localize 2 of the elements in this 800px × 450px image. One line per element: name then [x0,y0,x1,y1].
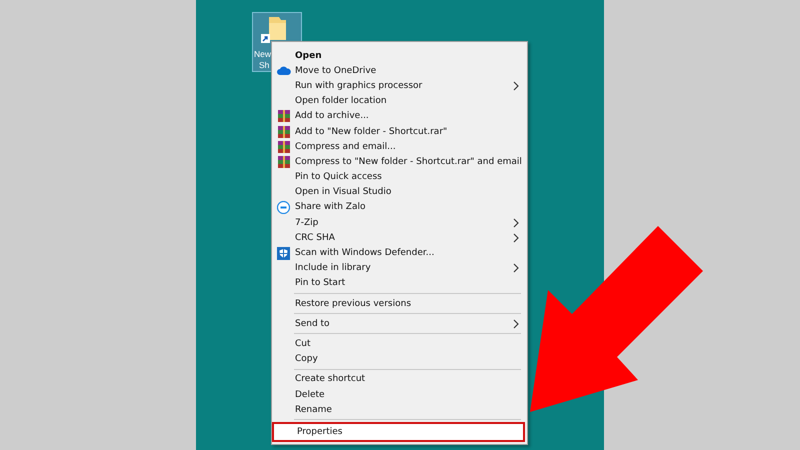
icon-label: Sh [259,60,270,71]
icon-label: New [254,49,272,60]
